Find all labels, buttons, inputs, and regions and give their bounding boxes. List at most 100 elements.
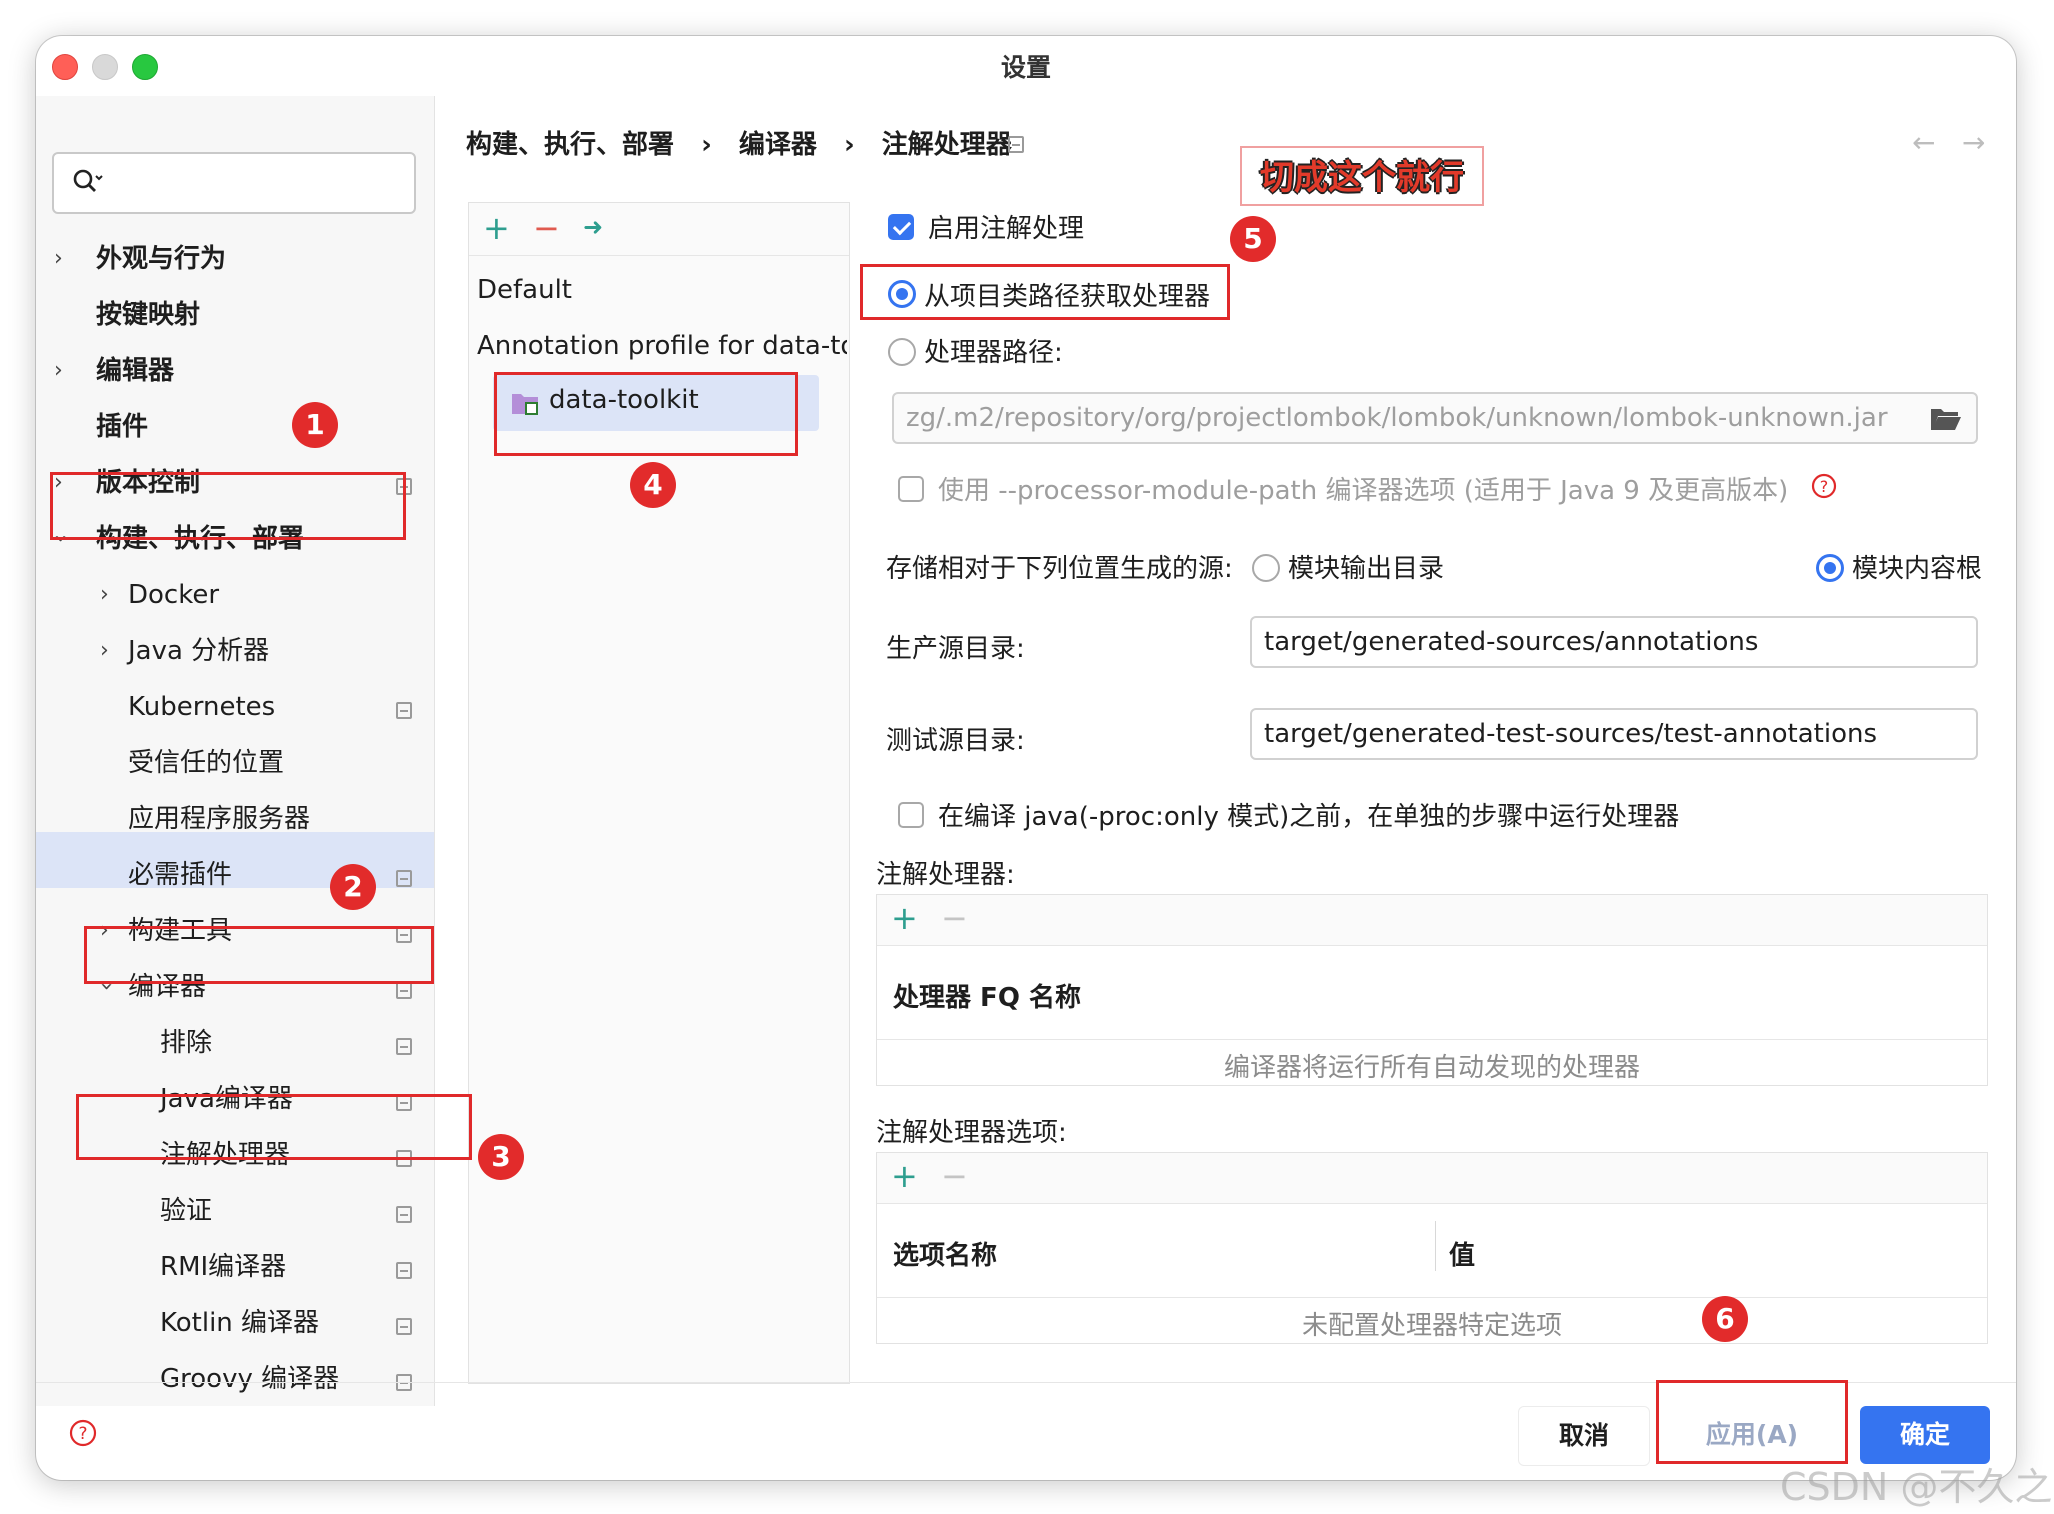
sidebar-item-trusted-locations[interactable]: 受信任的位置 [128, 738, 284, 788]
processors-empty-text: 编译器将运行所有自动发现的处理器 [1223, 1053, 1640, 1083]
window-title: 设置 [1000, 53, 1051, 82]
processors-section-title: 注解处理器: [876, 860, 1015, 890]
annotation-box-apply [1656, 1380, 1848, 1464]
sidebar-item-kubernetes[interactable]: Kubernetes [128, 682, 275, 732]
annotation-box-annotation-processors [76, 1094, 472, 1160]
annotation-callout-text: 切成这个就行 [1260, 158, 1464, 198]
processor-path-label: 处理器路径: [924, 338, 1063, 368]
options-section-title: 注解处理器选项: [876, 1118, 1067, 1148]
annotation-badge: 3 [478, 1134, 524, 1180]
svg-text:?: ? [78, 1424, 87, 1444]
breadcrumb-item[interactable]: 编译器 [739, 130, 817, 160]
processor-path-radio[interactable] [888, 338, 916, 366]
sidebar-item-plugins[interactable]: 插件 [96, 402, 148, 452]
annotation-box-module [494, 372, 798, 456]
annotation-badge: 1 [292, 402, 338, 448]
annotation-badge: 6 [1702, 1296, 1748, 1342]
enable-annotation-processing-label: 启用注解处理 [928, 214, 1085, 244]
breadcrumb-separator: › [843, 130, 855, 160]
module-content-root-radio[interactable] [1816, 554, 1844, 582]
chevron-right-icon[interactable]: › [100, 638, 109, 663]
separate-step-label: 在编译 java(-proc:only 模式)之前，在单独的步骤中运行处理器 [938, 802, 1680, 832]
processors-column-header[interactable]: 处理器 FQ 名称 [893, 977, 1081, 1014]
project-scope-icon [396, 982, 412, 999]
project-scope-icon [396, 870, 412, 887]
profile-group[interactable]: Annotation profile for data-tool [477, 331, 847, 361]
breadcrumb-current: 注解处理器 [881, 130, 1012, 160]
annotation-badge: 4 [630, 462, 676, 508]
annotation-box-compiler [84, 926, 434, 984]
processors-toolbar: + − [877, 895, 1987, 946]
back-arrow-icon[interactable]: ← [1912, 126, 1935, 159]
chevron-right-icon[interactable]: › [54, 246, 63, 271]
option-value-column-header[interactable]: 值 [1449, 1235, 1475, 1272]
sidebar-item-kotlin-compiler[interactable]: Kotlin 编译器 [160, 1298, 319, 1348]
sidebar-item-java-profiler[interactable]: Java 分析器 [128, 626, 269, 676]
profiles-toolbar: + − ➜ [469, 203, 849, 256]
title-bar: 设置 [36, 36, 2016, 92]
annotation-badge: 5 [1230, 216, 1276, 262]
sidebar-item-groovy-compiler[interactable]: Groovy 编译器 [160, 1354, 339, 1404]
cancel-button[interactable]: 取消 [1518, 1406, 1650, 1466]
remove-option-button[interactable]: − [941, 1157, 968, 1195]
move-module-button[interactable]: ➜ [583, 213, 603, 241]
settings-search-input[interactable] [52, 152, 416, 214]
processor-module-path-checkbox[interactable] [898, 476, 924, 502]
add-profile-button[interactable]: + [483, 209, 510, 247]
processor-path-input[interactable]: zg/.m2/repository/org/projectlombok/lomb… [892, 392, 1978, 444]
watermark-text: CSDN @不久之 [1780, 1465, 2053, 1509]
option-name-column-header[interactable]: 选项名称 [893, 1235, 997, 1272]
help-icon[interactable]: ? [68, 1418, 98, 1448]
sidebar-item-docker[interactable]: Docker [128, 570, 219, 620]
options-table: + − 选项名称 值 未配置处理器特定选项 [876, 1152, 1988, 1344]
remove-processor-button[interactable]: − [941, 899, 968, 937]
sidebar-item-appearance[interactable]: 外观与行为 [96, 234, 226, 284]
processors-table: + − 处理器 FQ 名称 编译器将运行所有自动发现的处理器 [876, 894, 1988, 1086]
breadcrumb-separator: › [701, 130, 712, 160]
search-icon [73, 169, 103, 192]
settings-sidebar: › 外观与行为 按键映射 › 编辑器 插件 › 版本控制 › 构建、执行、部署 … [36, 96, 435, 1406]
project-scope-icon [1008, 136, 1024, 153]
add-option-button[interactable]: + [891, 1157, 918, 1195]
test-sources-input[interactable]: target/generated-test-sources/test-annot… [1250, 708, 1978, 760]
sidebar-item-app-servers[interactable]: 应用程序服务器 [128, 794, 310, 844]
help-icon[interactable]: ? [1810, 472, 1838, 500]
annotation-box-from-classpath [860, 264, 1230, 320]
chevron-right-icon[interactable]: › [54, 358, 63, 383]
processor-module-path-label: 使用 --processor-module-path 编译器选项 (适用于 Ja… [938, 476, 1789, 506]
annotation-badge: 2 [330, 864, 376, 910]
project-scope-icon [396, 702, 412, 719]
forward-arrow-icon[interactable]: → [1962, 126, 1985, 159]
project-scope-icon [396, 1262, 412, 1279]
module-output-dir-label: 模块输出目录 [1288, 554, 1445, 584]
annotation-box-build-exec-deploy [50, 472, 406, 540]
options-toolbar: + − [877, 1153, 1987, 1204]
annotation-callout: 切成这个就行 [1240, 146, 1484, 206]
divider [877, 1039, 1987, 1040]
production-sources-label: 生产源目录: [886, 634, 1025, 664]
options-empty-text: 未配置处理器特定选项 [1301, 1311, 1562, 1341]
project-scope-icon [396, 1318, 412, 1335]
project-scope-icon [396, 1206, 412, 1223]
sidebar-item-validation[interactable]: 验证 [160, 1186, 212, 1236]
separate-step-checkbox[interactable] [898, 802, 924, 828]
remove-profile-button[interactable]: − [533, 209, 560, 247]
sidebar-item-editor[interactable]: 编辑器 [96, 346, 174, 396]
breadcrumb: 构建、执行、部署 › 编译器 › 注解处理器 [466, 124, 1012, 161]
divider [877, 1297, 1987, 1298]
module-output-dir-radio[interactable] [1252, 554, 1280, 582]
column-divider [1435, 1221, 1436, 1271]
settings-window: 设置 › 外观与行为 按键映射 › 编辑器 插件 › 版本控制 › 构建、执行、… [36, 36, 2016, 1480]
chevron-right-icon[interactable]: › [100, 582, 109, 607]
profile-default[interactable]: Default [477, 275, 572, 305]
folder-open-icon[interactable] [1930, 406, 1962, 432]
enable-annotation-processing-checkbox[interactable] [888, 214, 914, 240]
sidebar-item-required-plugins[interactable]: 必需插件 [128, 850, 232, 900]
sidebar-item-rmi-compiler[interactable]: RMI编译器 [160, 1242, 286, 1292]
add-processor-button[interactable]: + [891, 899, 918, 937]
store-relative-label: 存储相对于下列位置生成的源: [886, 554, 1233, 584]
sidebar-item-excludes[interactable]: 排除 [160, 1018, 212, 1068]
sidebar-item-keymap[interactable]: 按键映射 [96, 290, 200, 340]
production-sources-input[interactable]: target/generated-sources/annotations [1250, 616, 1978, 668]
breadcrumb-item[interactable]: 构建、执行、部署 [466, 130, 674, 160]
